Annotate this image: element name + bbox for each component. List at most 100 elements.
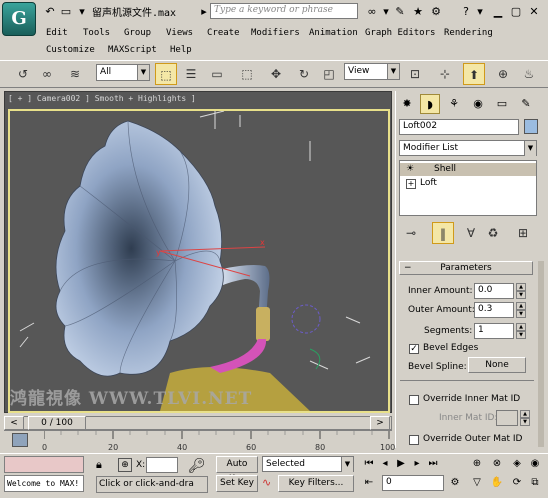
schematic-view-icon[interactable]: ♨ — [518, 63, 540, 85]
zoom-all-icon[interactable]: ⊗ — [490, 457, 504, 471]
inner-mat-id-spinner[interactable]: ▲ ▼ — [520, 410, 530, 426]
menu-modifiers[interactable]: Modifiers — [251, 26, 300, 40]
window-crossing-icon[interactable]: ⬚ — [236, 63, 258, 85]
maximize-icon[interactable]: ▢ — [508, 4, 524, 20]
selection-filter-dropdown[interactable]: All ▼ — [96, 64, 150, 81]
go-to-start-icon[interactable]: ⏮ — [362, 457, 376, 471]
comm-center-icon[interactable]: ✎ — [392, 4, 408, 20]
bind-spacewarp-icon[interactable]: ≋ — [64, 63, 86, 85]
key-mode-icon[interactable]: ⇤ — [362, 476, 376, 490]
menu-animation[interactable]: Animation — [309, 26, 358, 40]
menu-tools[interactable]: Tools — [83, 26, 110, 40]
pan-icon[interactable]: ✋ — [490, 476, 504, 490]
segments-spinner[interactable]: ▲ ▼ — [516, 323, 526, 339]
menu-create[interactable]: Create — [207, 26, 240, 40]
next-frame-icon[interactable]: > — [370, 416, 390, 430]
set-key-button[interactable]: Set Key — [216, 475, 258, 492]
viewport-label[interactable]: [ + ] Camera002 ] Smooth + Highlights ] — [8, 94, 196, 103]
show-end-result-icon[interactable]: ‖ — [432, 222, 454, 244]
play-icon[interactable]: ▶ — [394, 457, 408, 471]
open-icon[interactable]: ▾ — [74, 4, 90, 20]
minimize-icon[interactable]: ▁ — [490, 4, 506, 20]
maxscript-listener-top[interactable] — [4, 456, 84, 473]
app-logo-icon[interactable]: G — [2, 2, 36, 36]
help-dropdown-icon[interactable]: ▾ — [472, 4, 488, 20]
maximize-viewport-icon[interactable]: ⧉ — [528, 476, 542, 490]
menu-help[interactable]: Help — [170, 43, 192, 57]
menu-views[interactable]: Views — [166, 26, 193, 40]
next-frame-button-icon[interactable]: ▸ — [410, 457, 424, 471]
rotate-icon[interactable]: ↻ — [293, 63, 315, 85]
menu-graph-editors[interactable]: Graph Editors — [365, 26, 435, 40]
configure-modifier-sets-icon[interactable]: ⊞ — [512, 222, 534, 244]
key-icon[interactable]: 🔑︎ — [188, 458, 206, 474]
reference-coordinate-dropdown[interactable]: View ▼ — [344, 63, 400, 80]
go-to-end-icon[interactable]: ⏭ — [426, 457, 440, 471]
undo-icon[interactable]: ↶ — [42, 4, 58, 20]
key-selection-dropdown[interactable]: Selected ▼ — [262, 456, 354, 472]
prev-frame-icon[interactable]: < — [4, 416, 24, 430]
modify-tab-icon[interactable]: ◗ — [420, 94, 440, 114]
lock-selection-icon[interactable]: 🔒︎ — [96, 458, 102, 472]
inner-amount-field[interactable]: 0.0 — [474, 283, 514, 299]
set-key-mode-icon[interactable]: ∿ — [262, 476, 271, 489]
time-config-icon[interactable]: ⚙ — [448, 476, 462, 490]
align-icon[interactable]: ⬆ — [463, 63, 485, 85]
menu-rendering[interactable]: Rendering — [444, 26, 493, 40]
search-input[interactable]: Type a keyword or phrase — [210, 3, 358, 19]
inner-mat-id-field[interactable] — [496, 410, 518, 426]
make-unique-icon[interactable]: ∀ — [460, 222, 482, 244]
outer-amount-spinner[interactable]: ▲ ▼ — [516, 302, 526, 318]
favorites-icon[interactable]: ★ — [410, 4, 426, 20]
menu-edit[interactable]: Edit — [46, 26, 68, 40]
current-frame-field[interactable]: 0 — [382, 475, 444, 491]
layer-manager-icon[interactable]: ⊕ — [492, 63, 514, 85]
new-file-icon[interactable]: ▭ — [58, 4, 74, 20]
scale-icon[interactable]: ◰ — [318, 63, 340, 85]
x-coordinate-field[interactable] — [146, 457, 178, 473]
rectangular-region-icon[interactable]: ▭ — [206, 63, 228, 85]
segments-field[interactable]: 1 — [474, 323, 514, 339]
modifier-list-dropdown[interactable]: Modifier List ▼ — [399, 140, 537, 156]
mini-curve-editor-icon[interactable] — [12, 433, 28, 447]
zoom-extents-icon[interactable]: ◈ — [510, 457, 524, 471]
panel-scrollbar[interactable] — [538, 261, 544, 447]
previous-frame-icon[interactable]: ◂ — [378, 457, 392, 471]
bevel-spline-button[interactable]: None — [468, 357, 526, 373]
maxscript-listener-bottom[interactable]: Welcome to MAX! — [4, 475, 84, 492]
menu-maxscript[interactable]: MAXScript — [108, 43, 157, 57]
pin-stack-icon[interactable]: ⊸ — [400, 222, 422, 244]
auto-key-button[interactable]: Auto Key — [216, 456, 258, 484]
object-color-swatch[interactable] — [524, 119, 538, 134]
display-tab-icon[interactable]: ▭ — [492, 94, 512, 114]
move-icon[interactable]: ✥ — [265, 63, 287, 85]
zoom-extents-all-icon[interactable]: ◉ — [528, 457, 542, 471]
menu-customize[interactable]: Customize — [46, 43, 95, 57]
lightbulb-icon[interactable]: ☀ — [406, 164, 414, 174]
inner-amount-spinner[interactable]: ▲ ▼ — [516, 283, 526, 299]
mirror-icon[interactable]: ⊹ — [434, 63, 456, 85]
absolute-mode-icon[interactable]: ⊕ — [118, 458, 132, 472]
motion-tab-icon[interactable]: ◉ — [468, 94, 488, 114]
zoom-icon[interactable]: ⊕ — [470, 457, 484, 471]
orbit-icon[interactable]: ⟳ — [510, 476, 524, 490]
bevel-edges-checkbox[interactable]: ✓ — [409, 344, 419, 354]
override-outer-mat-checkbox[interactable] — [409, 435, 419, 445]
select-object-icon[interactable]: ⬚ — [155, 63, 177, 85]
override-inner-mat-checkbox[interactable] — [409, 395, 419, 405]
undo-tool-icon[interactable]: ↺ — [12, 63, 34, 85]
stack-item-loft[interactable]: + Loft — [400, 177, 536, 190]
close-icon[interactable]: ✕ — [526, 4, 542, 20]
expand-icon[interactable]: + — [406, 179, 416, 189]
remove-modifier-icon[interactable]: ♻ — [482, 222, 504, 244]
settings-icon[interactable]: ⚙ — [428, 4, 444, 20]
utilities-tab-icon[interactable]: ✎ — [516, 94, 536, 114]
parameters-rollout-header[interactable]: − Parameters — [399, 261, 533, 275]
key-filters-button[interactable]: Key Filters... — [278, 475, 354, 492]
frame-counter[interactable]: 0 / 100 — [28, 416, 86, 430]
object-name-field[interactable]: Loft002 — [399, 119, 519, 135]
select-link-icon[interactable]: ∞ — [36, 63, 58, 85]
outer-amount-field[interactable]: 0.3 — [474, 302, 514, 318]
stack-item-shell[interactable]: ☀ Shell — [400, 163, 536, 176]
hierarchy-tab-icon[interactable]: ⚘ — [444, 94, 464, 114]
